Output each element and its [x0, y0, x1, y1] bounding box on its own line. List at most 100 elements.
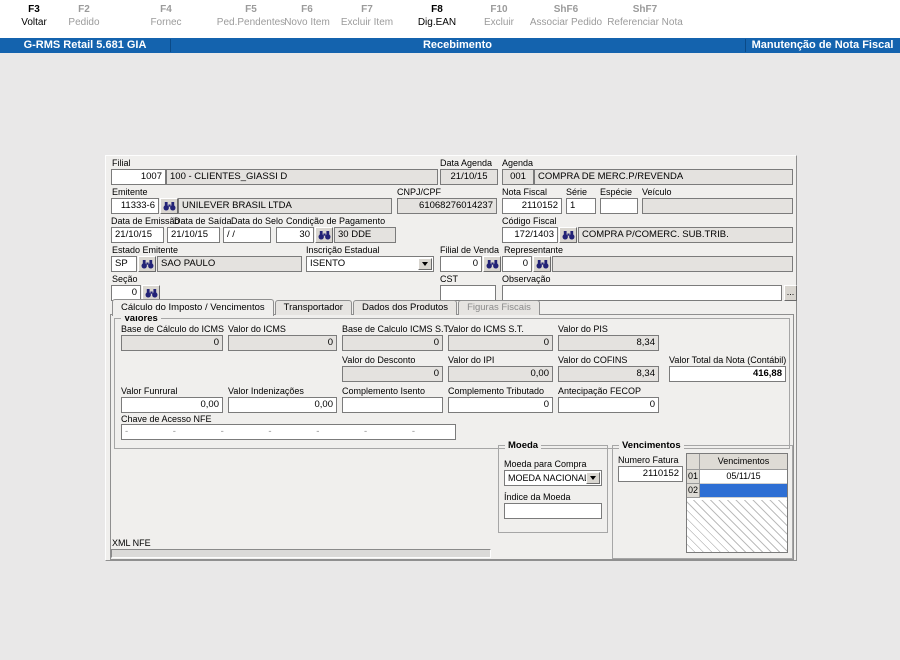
codigo-fiscal-code-field[interactable]: 172/1403 [502, 227, 558, 243]
filial-venda-field[interactable]: 0 [440, 256, 482, 272]
valor-ipi-field: 0,00 [448, 366, 553, 382]
especie-field[interactable] [600, 198, 638, 214]
data-saida-label: Data de Saída [174, 216, 232, 226]
data-emissao-field[interactable]: 21/10/15 [111, 227, 164, 243]
inscricao-estadual-label: Inscrição Estadual [306, 245, 380, 255]
cnpj-field: 61068276014237 [397, 198, 497, 214]
complemento-isento-field[interactable] [342, 397, 443, 413]
filial-venda-lookup-button[interactable] [483, 256, 501, 272]
binoculars-icon [562, 231, 574, 240]
binoculars-icon [486, 260, 498, 269]
emitente-code-field[interactable]: 11333-6 [111, 198, 159, 214]
fkey-label: Referenciar Nota [607, 17, 683, 28]
vencimento-row-2[interactable]: 02 [687, 484, 787, 498]
complemento-tributado-field[interactable]: 0 [448, 397, 553, 413]
data-agenda-label: Data Agenda [440, 158, 493, 168]
observacao-field[interactable] [502, 285, 782, 301]
filial-label: Filial [112, 158, 131, 168]
numero-fatura-label: Numero Fatura [618, 455, 679, 465]
grid-corner-cell [687, 454, 700, 470]
tab-calculo-imposto-vencimentos[interactable]: Cálculo do Imposto / Vencimentos [112, 299, 274, 316]
base-calculo-icms-label: Base de Cálculo do ICMS [121, 324, 225, 334]
screen-title: Recebimento [422, 39, 493, 51]
estado-name-field: SAO PAULO [157, 256, 302, 272]
moeda-compra-label: Moeda para Compra [504, 459, 587, 469]
nota-fiscal-field[interactable]: 2110152 [502, 198, 562, 214]
valor-indenizacoes-field[interactable]: 0,00 [228, 397, 337, 413]
binoculars-icon [145, 289, 157, 298]
observacao-label: Observação [502, 274, 551, 284]
grid-header-row: Vencimentos [687, 454, 787, 470]
representante-label: Representante [504, 245, 564, 255]
title-bar: G-RMS Retail 5.681 GIA Recebimento Manut… [0, 38, 900, 53]
especie-label: Espécie [600, 187, 633, 197]
valor-funrural-label: Valor Funrural [121, 386, 178, 396]
agenda-label: Agenda [502, 158, 534, 168]
emitente-label: Emitente [112, 187, 148, 197]
grid-header-vencimentos: Vencimentos [700, 454, 787, 470]
vencimento-row-1[interactable]: 01 05/11/15 [687, 470, 787, 484]
observacao-more-button[interactable]: ... [784, 285, 797, 301]
valor-pis-field: 8,34 [558, 335, 659, 351]
moeda-compra-value: MOEDA NACIONAL [508, 473, 590, 483]
representante-name-field [552, 256, 793, 272]
data-saida-field[interactable]: 21/10/15 [167, 227, 220, 243]
tab-transportador[interactable]: Transportador [274, 300, 352, 315]
vencimento-date-cell-selected[interactable] [700, 484, 787, 498]
antecipacao-fecop-label: Antecipação FECOP [558, 386, 642, 396]
chave-nfe-field[interactable]: - - - - - - - [121, 424, 456, 440]
vencimento-date-cell[interactable]: 05/11/15 [700, 470, 787, 484]
valor-total-nota-label: Valor Total da Nota (Contábil) [669, 355, 787, 365]
numero-fatura-field[interactable]: 2110152 [618, 466, 683, 482]
filial-name-field: 100 - CLIENTES_GIASSI D [166, 169, 438, 185]
emitente-lookup-button[interactable] [160, 198, 178, 214]
function-key-bar: F3 Voltar F2 Pedido F4 Fornec F5 Ped.Pendent… [0, 0, 900, 38]
antecipacao-fecop-field[interactable]: 0 [558, 397, 659, 413]
valor-pis-label: Valor do PIS [558, 324, 608, 334]
data-selo-field[interactable]: / / [223, 227, 271, 243]
base-calculo-icms-st-field: 0 [342, 335, 443, 351]
inscricao-estadual-select[interactable]: ISENTO [306, 256, 434, 272]
moeda-group-title: Moeda [505, 440, 542, 451]
estado-lookup-button[interactable] [138, 256, 156, 272]
codigo-fiscal-lookup-button[interactable] [559, 227, 577, 243]
cond-pagamento-lookup-button[interactable] [315, 227, 333, 243]
chevron-down-icon [418, 258, 432, 270]
binoculars-icon [536, 260, 548, 269]
representante-lookup-button[interactable] [533, 256, 551, 272]
valor-icms-st-label: Valor do ICMS S.T. [448, 324, 524, 334]
cond-pagamento-code-field[interactable]: 30 [276, 227, 314, 243]
indice-moeda-field[interactable] [504, 503, 602, 519]
vencimentos-group-title: Vencimentos [619, 440, 684, 451]
valor-indenizacoes-label: Valor Indenizações [228, 386, 304, 396]
base-calculo-icms-st-label: Base de Calculo ICMS S.T. [342, 324, 451, 334]
fkey-shf7[interactable]: ShF7 Referenciar Nota [595, 0, 695, 28]
tab-strip: Cálculo do Imposto / Vencimentos Transpo… [112, 298, 541, 316]
tab-dados-produtos[interactable]: Dados dos Produtos [352, 300, 458, 315]
agenda-name-field: COMPRA DE MERC.P/REVENDA [534, 169, 793, 185]
valor-desconto-label: Valor do Desconto [342, 355, 416, 365]
grid-empty-area [687, 500, 787, 552]
codigo-fiscal-name-field: COMPRA P/COMERC. SUB.TRIB. [578, 227, 793, 243]
moeda-compra-select[interactable]: MOEDA NACIONAL [504, 470, 602, 486]
inscricao-estadual-value: ISENTO [310, 258, 346, 269]
app-window: F3 Voltar F2 Pedido F4 Fornec F5 Ped.Pendent… [0, 0, 900, 660]
vencimentos-grid[interactable]: Vencimentos 01 05/11/15 02 [686, 453, 788, 553]
filial-code-field[interactable]: 1007 [111, 169, 166, 185]
valor-ipi-label: Valor do IPI [448, 355, 495, 365]
tab-figuras-fiscais: Figuras Fiscais [458, 300, 540, 315]
valor-icms-label: Valor do ICMS [228, 324, 286, 334]
representante-code-field[interactable]: 0 [502, 256, 532, 272]
valor-funrural-field[interactable]: 0,00 [121, 397, 223, 413]
estado-code-field[interactable]: SP [111, 256, 137, 272]
complemento-tributado-label: Complemento Tributado [448, 386, 545, 396]
fkey-code: ShF7 [632, 4, 658, 15]
serie-field[interactable]: 1 [566, 198, 596, 214]
codigo-fiscal-label: Código Fiscal [502, 216, 557, 226]
valor-cofins-label: Valor do COFINS [558, 355, 628, 365]
serie-label: Série [566, 187, 588, 197]
complemento-isento-label: Complemento Isento [342, 386, 426, 396]
veiculo-field [642, 198, 793, 214]
veiculo-label: Veículo [642, 187, 672, 197]
cond-pagamento-label: Condição de Pagamento [286, 216, 386, 226]
